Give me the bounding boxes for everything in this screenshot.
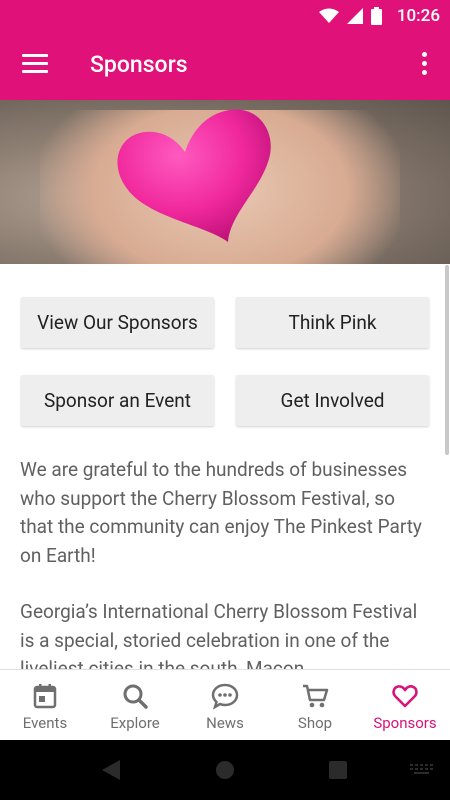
- signal-icon: [347, 8, 363, 24]
- view-our-sponsors-button[interactable]: View Our Sponsors: [21, 297, 214, 348]
- keyboard-icon[interactable]: [410, 764, 434, 776]
- page-title: Sponsors: [90, 51, 188, 78]
- festival-paragraph: Georgia’s International Cherry Blossom F…: [20, 600, 418, 669]
- more-options-icon[interactable]: [422, 52, 428, 78]
- scrollbar[interactable]: [445, 265, 449, 455]
- app-bar: Sponsors: [0, 32, 450, 100]
- bottom-navigation: Events Explore News Shop Sponsors: [0, 669, 450, 741]
- nav-tab-news[interactable]: News: [180, 670, 270, 741]
- nav-label-events: Events: [22, 714, 68, 732]
- hero-image: [0, 100, 450, 264]
- think-pink-button[interactable]: Think Pink: [236, 297, 429, 348]
- sponsor-an-event-button[interactable]: Sponsor an Event: [21, 375, 214, 426]
- back-icon[interactable]: [100, 759, 122, 781]
- nav-tab-sponsors[interactable]: Sponsors: [360, 670, 450, 741]
- nav-tab-shop[interactable]: Shop: [270, 670, 360, 741]
- nav-label-explore: Explore: [110, 714, 160, 732]
- intro-paragraph: We are grateful to the hundreds of busin…: [20, 458, 422, 567]
- pink-heart-image: [117, 109, 271, 243]
- status-icons: [319, 7, 382, 25]
- nav-label-shop: Shop: [297, 714, 333, 732]
- status-time: 10:26: [396, 6, 440, 26]
- chat-icon: [211, 683, 239, 710]
- nav-tab-events[interactable]: Events: [0, 670, 90, 741]
- hamburger-menu-icon[interactable]: [22, 54, 48, 76]
- heart-icon: [392, 685, 418, 708]
- home-icon[interactable]: [215, 760, 235, 780]
- get-involved-button[interactable]: Get Involved: [236, 375, 429, 426]
- content-scroll-area[interactable]: View Our Sponsors Think Pink Sponsor an …: [0, 100, 450, 669]
- system-navigation-bar: [0, 740, 450, 800]
- nav-label-sponsors: Sponsors: [373, 714, 437, 732]
- status-bar: 10:26: [0, 0, 450, 32]
- calendar-icon: [33, 684, 57, 709]
- wifi-icon: [319, 8, 339, 23]
- battery-icon: [371, 7, 382, 25]
- nav-label-news: News: [206, 714, 244, 732]
- recents-icon[interactable]: [328, 760, 348, 780]
- nav-tab-explore[interactable]: Explore: [90, 670, 180, 741]
- search-icon: [123, 684, 148, 709]
- cart-icon: [303, 684, 329, 708]
